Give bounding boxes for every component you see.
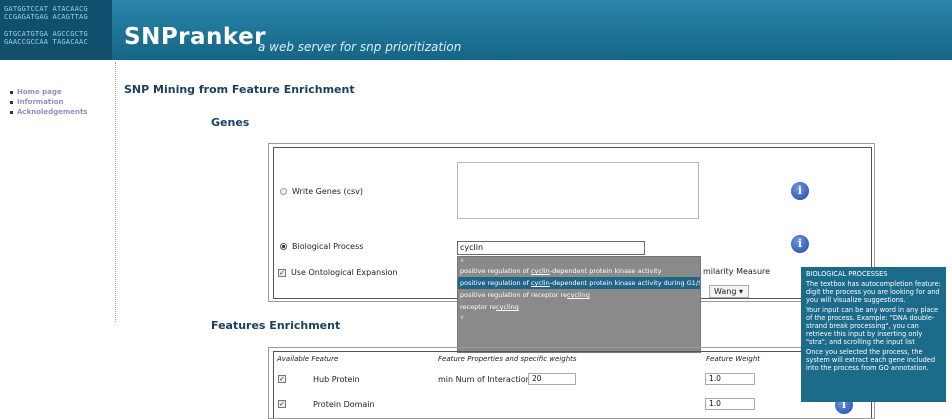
info-icon[interactable]: i — [791, 235, 809, 253]
feature-weight-input[interactable]: 1.0 — [705, 398, 755, 410]
sidebar-divider — [115, 62, 116, 322]
biological-process-option[interactable]: Biological Process — [280, 242, 363, 251]
min-interactions-input[interactable]: 20 — [528, 373, 576, 385]
feature-weight-input[interactable]: 1.0 — [705, 373, 755, 385]
column-header-weight: Feature Weight — [706, 355, 761, 363]
app-title: SNPranker — [124, 24, 267, 50]
tooltip-title: BIOLOGICAL PROCESSES — [806, 270, 888, 278]
genes-csv-textarea[interactable] — [457, 162, 699, 219]
write-genes-radio[interactable] — [280, 188, 287, 195]
feature-name: Protein Domain — [313, 400, 375, 409]
column-header-properties: Feature Properties and specific weights — [438, 355, 577, 363]
scroll-up-icon[interactable]: ∧ — [458, 257, 700, 265]
sidebar-item-acknowledgements[interactable]: Acknoledgements — [10, 107, 114, 117]
write-genes-option[interactable]: Write Genes (csv) — [280, 187, 363, 196]
bullet-icon — [10, 110, 13, 114]
page-title: SNP Mining from Feature Enrichment — [124, 83, 355, 96]
tooltip-paragraph: Your input can be any word in any place … — [806, 306, 939, 346]
similarity-measure-select[interactable]: Wang ▾ — [709, 285, 749, 298]
dna-sequence-logo: GATGGTCCAT ATACAACG CCGAGATGAG ACAGTTAG … — [0, 0, 112, 60]
header-banner: GATGGTCCAT ATACAACG CCGAGATGAG ACAGTTAG … — [0, 0, 952, 60]
autocomplete-option[interactable]: receptor recycling — [458, 301, 700, 313]
sidebar-item-information[interactable]: Information — [10, 97, 114, 107]
autocomplete-option[interactable]: positive regulation of receptor recyclin… — [458, 289, 700, 301]
biological-process-input[interactable]: cyclin — [457, 241, 645, 255]
hub-protein-checkbox[interactable]: ✓ — [278, 375, 286, 383]
app-subtitle: a web server for snp prioritization — [258, 40, 462, 54]
sidebar-nav: Home page Information Acknoledgements — [10, 87, 114, 117]
ontological-expansion-checkbox[interactable]: ✓ — [278, 268, 286, 277]
autocomplete-dropdown[interactable]: ∧ positive regulation of cyclin-dependen… — [457, 256, 701, 353]
tooltip-paragraph: Once you selected the process, the syste… — [806, 348, 936, 372]
autocomplete-option[interactable]: positive regulation of cyclin-dependent … — [458, 265, 700, 277]
features-section-title: Features Enrichment — [211, 319, 341, 332]
feature-property-label: min Num of Interactions — [438, 375, 535, 384]
bullet-icon — [10, 90, 13, 94]
feature-name: Hub Protein — [313, 375, 360, 384]
bullet-icon — [10, 100, 13, 104]
sidebar-item-home[interactable]: Home page — [10, 87, 114, 97]
ontological-expansion-option[interactable]: ✓ Use Ontological Expansion — [278, 268, 398, 277]
genes-section-title: Genes — [211, 116, 250, 129]
similarity-measure-label: milarity Measure — [703, 267, 771, 276]
info-icon[interactable]: i — [791, 182, 809, 200]
scroll-down-icon[interactable]: ∨ — [458, 314, 700, 322]
biological-process-radio[interactable] — [280, 243, 287, 250]
column-header-feature: Available Feature — [277, 355, 339, 363]
tooltip-paragraph: The textbox has autocompletion feature: … — [806, 280, 941, 304]
biological-processes-tooltip: BIOLOGICAL PROCESSES The textbox has aut… — [801, 267, 946, 402]
autocomplete-option-selected[interactable]: positive regulation of cyclin-dependent … — [458, 277, 700, 289]
